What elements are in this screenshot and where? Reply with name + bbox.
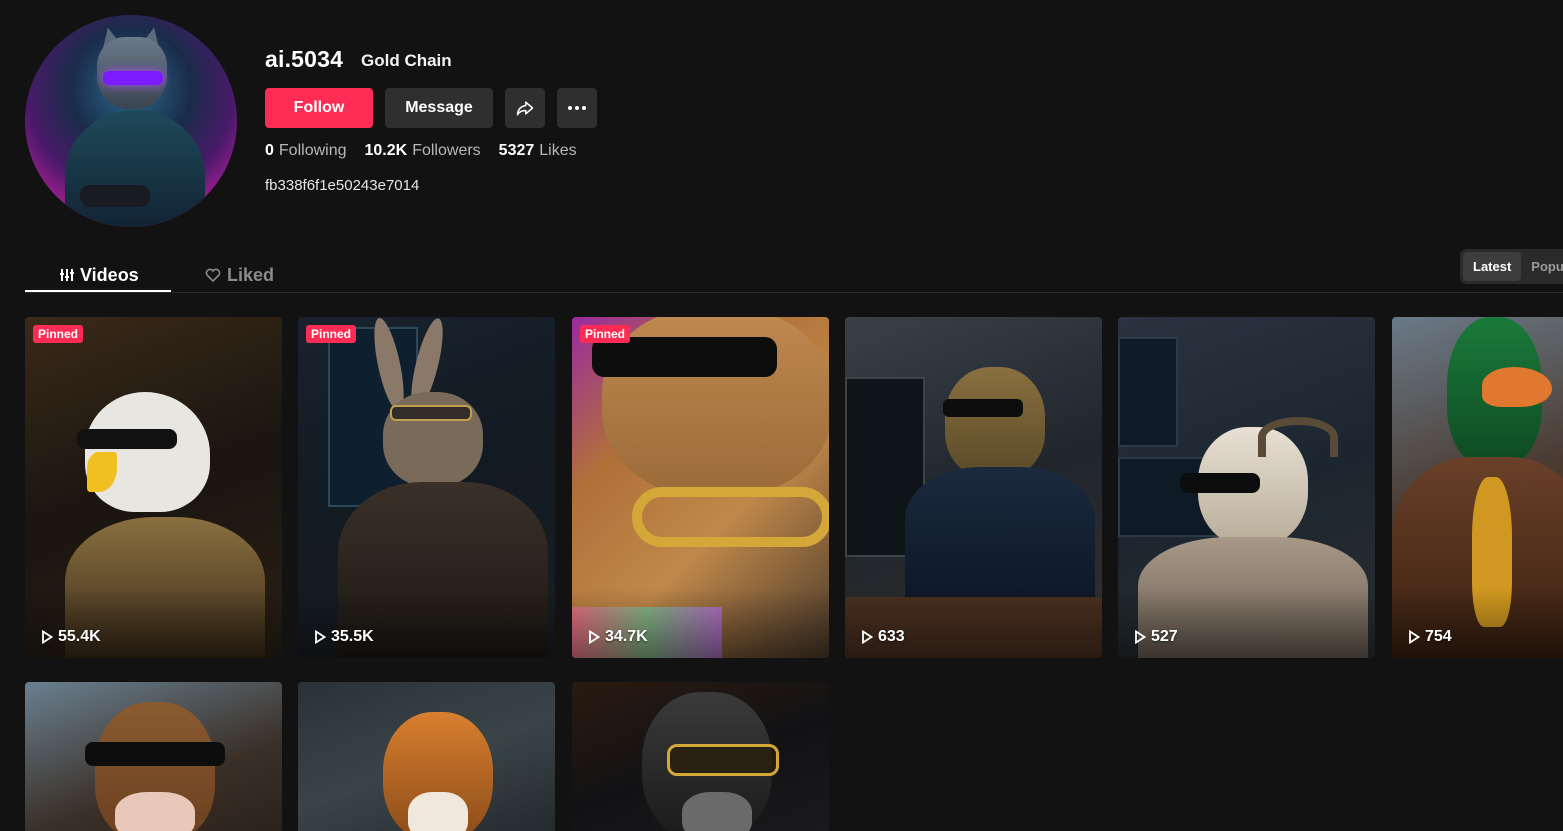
- duck-beak-shape: [1482, 367, 1552, 407]
- likes-count: 5327: [498, 142, 535, 159]
- tab-videos[interactable]: Videos: [60, 258, 139, 292]
- play-icon: [1134, 630, 1146, 644]
- followers-label: Followers: [412, 142, 481, 159]
- dragon-head-shape: [945, 367, 1045, 477]
- cat-sunglasses-shape: [592, 337, 777, 377]
- sort-popular-button[interactable]: Popular: [1521, 252, 1563, 281]
- likes-label: Likes: [539, 142, 577, 159]
- view-count: 633: [861, 628, 905, 646]
- pinned-badge: Pinned: [33, 325, 84, 343]
- view-count: 35.5K: [314, 628, 374, 646]
- profile-username: ai.5034: [265, 46, 344, 72]
- avatar-cat-body: [65, 110, 205, 227]
- video-card[interactable]: [298, 682, 555, 831]
- share-arrow-icon: [515, 98, 535, 118]
- followers-stat[interactable]: 10.2K Followers: [365, 142, 481, 160]
- profile-stats: 0 Following 10.2K Followers 5327 Likes: [265, 142, 577, 160]
- view-count-value: 55.4K: [58, 628, 101, 645]
- tiger-muzzle-shape: [408, 792, 468, 831]
- monitor-shape: [1118, 337, 1178, 447]
- active-tab-indicator: [25, 290, 171, 292]
- play-icon: [861, 630, 873, 644]
- video-card[interactable]: Pinned 55.4K: [25, 317, 282, 658]
- pinned-badge: Pinned: [306, 325, 357, 343]
- profile-bio: fb338f6f1e50243e7014: [265, 177, 420, 194]
- bull-snout-shape: [115, 792, 195, 831]
- video-card[interactable]: 633: [845, 317, 1102, 658]
- video-card[interactable]: Pinned 35.5K: [298, 317, 555, 658]
- avatar-gamepad: [80, 185, 150, 207]
- view-count-value: 754: [1425, 628, 1452, 645]
- dragon-suit-shape: [905, 467, 1095, 597]
- play-icon: [41, 630, 53, 644]
- eagle-sunglasses-shape: [77, 429, 177, 449]
- heart-lock-icon: [205, 268, 221, 282]
- followers-count: 10.2K: [364, 142, 408, 159]
- video-card[interactable]: 527: [1118, 317, 1375, 658]
- view-count: 754: [1408, 628, 1452, 646]
- sort-toggle: Latest Popular: [1460, 249, 1563, 284]
- view-count-value: 35.5K: [331, 628, 374, 645]
- following-label: Following: [278, 142, 347, 159]
- more-dots-icon: [567, 105, 587, 111]
- goat-sunglasses-shape: [1180, 473, 1260, 493]
- more-options-button[interactable]: [557, 88, 597, 128]
- view-count: 55.4K: [41, 628, 101, 646]
- gold-chain-shape: [632, 487, 829, 547]
- video-card[interactable]: [25, 682, 282, 831]
- tab-videos-label: Videos: [80, 264, 139, 285]
- following-stat[interactable]: 0 Following: [265, 142, 347, 160]
- view-count-value: 633: [878, 628, 905, 645]
- profile-nickname: Gold Chain: [361, 51, 452, 70]
- rabbit-glasses-shape: [390, 405, 472, 421]
- gorilla-muzzle-shape: [682, 792, 752, 831]
- view-count: 527: [1134, 628, 1178, 646]
- view-count-value: 34.7K: [605, 628, 648, 645]
- gorilla-glasses-shape: [667, 744, 779, 776]
- view-count: 34.7K: [588, 628, 648, 646]
- play-icon: [1408, 630, 1420, 644]
- dragon-sunglasses-shape: [943, 399, 1023, 417]
- view-count-value: 527: [1151, 628, 1178, 645]
- video-card[interactable]: Pinned 34.7K: [572, 317, 829, 658]
- sort-latest-button[interactable]: Latest: [1463, 252, 1522, 281]
- play-icon: [588, 630, 600, 644]
- message-button[interactable]: Message: [385, 88, 493, 128]
- video-card[interactable]: [572, 682, 829, 831]
- bull-sunglasses-shape: [85, 742, 225, 766]
- play-icon: [314, 630, 326, 644]
- avatar-cat-glasses: [103, 71, 163, 85]
- goat-horn-shape: [1258, 417, 1338, 457]
- video-card[interactable]: 754: [1392, 317, 1563, 658]
- following-count: 0: [265, 142, 274, 159]
- tab-liked[interactable]: Liked: [205, 258, 274, 292]
- tab-liked-label: Liked: [227, 264, 275, 285]
- videos-grid-icon: [60, 268, 74, 282]
- follow-button[interactable]: Follow: [265, 88, 373, 128]
- pinned-badge: Pinned: [580, 325, 631, 343]
- profile-tabs: Videos Liked: [25, 250, 1563, 293]
- likes-stat: 5327 Likes: [499, 142, 577, 160]
- profile-avatar[interactable]: [25, 15, 237, 227]
- share-button[interactable]: [505, 88, 545, 128]
